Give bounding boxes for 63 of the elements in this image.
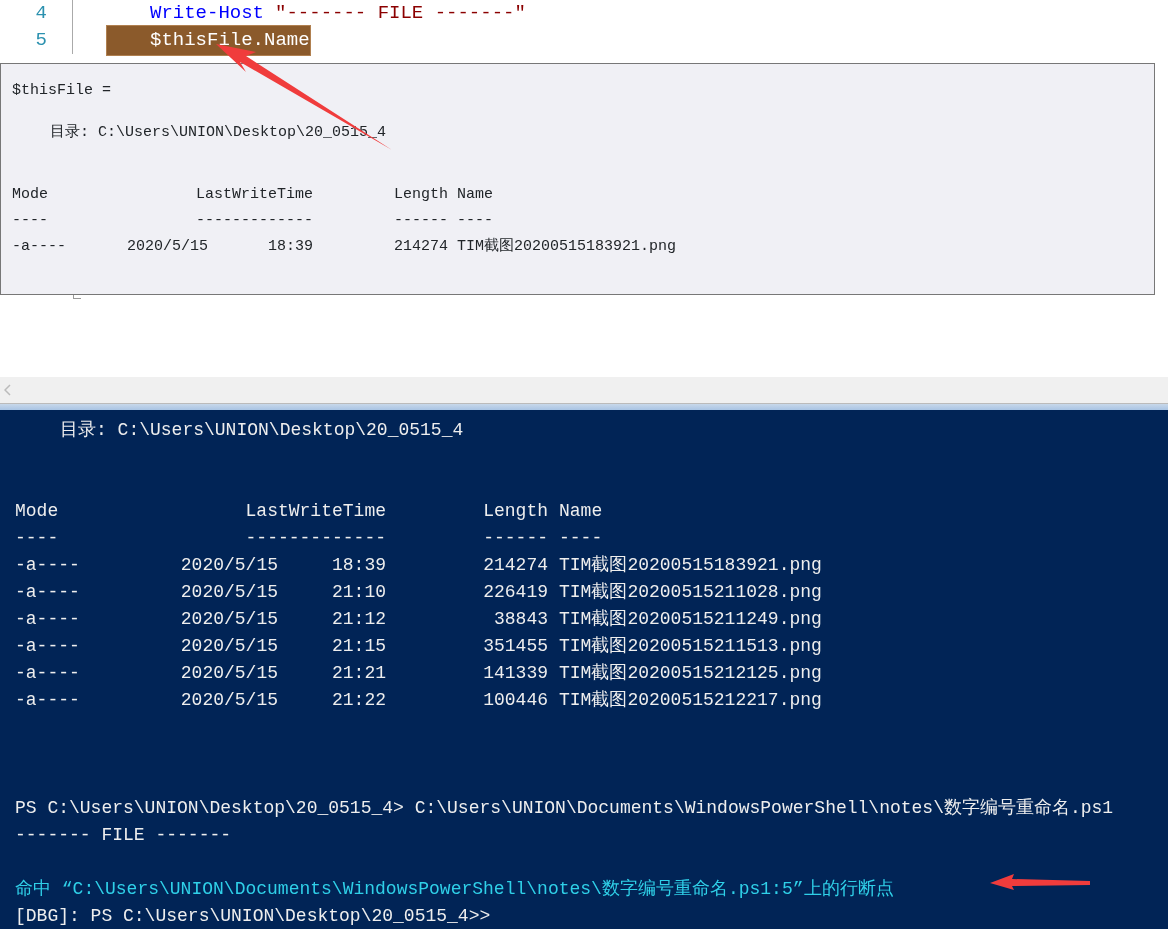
file-name: TIM截图20200515183921.png [457, 236, 677, 257]
column-header: Name [457, 184, 493, 205]
file-length: 141339 [482, 662, 548, 685]
file-date: 2020/5/15 [179, 689, 278, 712]
file-date: 2020/5/15 [179, 581, 278, 604]
file-name: TIM截图20200515212217.png [559, 689, 822, 712]
file-name: TIM截图20200515211028.png [559, 581, 822, 604]
file-length: 351455 [482, 635, 548, 658]
code-line: Write-Host "------- FILE -------" [149, 1, 526, 27]
column-header: LastWriteTime [244, 500, 386, 523]
fold-end-icon [73, 295, 81, 299]
file-mode: -a---- [15, 662, 81, 685]
directory-line: 目录: C:\Users\UNION\Desktop\20_0515_4 [60, 419, 464, 442]
header-rule: ---- [15, 527, 60, 550]
console-line: PS C:\Users\UNION\Desktop\20_0515_4> C:\Users\UNION\Documents\WindowsPowerShell\notes\数字编号重命名.ps1 [15, 797, 1114, 820]
column-header: Length [393, 184, 448, 205]
file-time: 21:22 [331, 689, 386, 712]
file-length: 214274 [482, 554, 548, 577]
file-time: 18:39 [331, 554, 386, 577]
file-time: 21:12 [331, 608, 386, 631]
console-line: ------- FILE ------- [15, 824, 232, 847]
line-number: 4 [34, 1, 48, 27]
file-time: 21:15 [331, 635, 386, 658]
file-time: 21:10 [331, 581, 386, 604]
column-header: LastWriteTime [194, 184, 313, 205]
file-date: 2020/5/15 [126, 236, 208, 257]
file-length: 214274 [393, 236, 448, 257]
file-length: 226419 [482, 581, 548, 604]
header-rule: ------------- [244, 527, 386, 550]
line-number: 5 [34, 28, 48, 54]
file-mode: -a---- [15, 554, 81, 577]
column-header: Mode [12, 184, 49, 205]
scroll-left-icon[interactable] [4, 384, 12, 396]
file-name: TIM截图20200515211249.png [559, 608, 822, 631]
file-date: 2020/5/15 [179, 662, 278, 685]
header-rule: ------ [482, 527, 548, 550]
console-line: [DBG]: PS C:\Users\UNION\Desktop\20_0515_4>> [15, 905, 491, 928]
breakpoint-message: 命中 “C:\Users\UNION\Documents\WindowsPowerShell\notes\数字编号重命名.ps1:5”上的行断点 [15, 878, 894, 901]
column-header: Length [482, 500, 548, 523]
header-rule: ------------- [194, 210, 313, 231]
file-mode: -a---- [15, 689, 81, 712]
file-date: 2020/5/15 [179, 608, 278, 631]
header-rule: ------ [393, 210, 448, 231]
file-mode: -a---- [15, 581, 81, 604]
file-date: 2020/5/15 [179, 635, 278, 658]
file-length: 38843 [493, 608, 548, 631]
file-name: TIM截图20200515212125.png [559, 662, 822, 685]
file-time: 18:39 [267, 236, 313, 257]
file-name: TIM截图20200515211513.png [559, 635, 822, 658]
file-mode: -a---- [12, 236, 67, 257]
column-header: Name [559, 500, 603, 523]
header-rule: ---- [12, 210, 49, 231]
file-length: 100446 [482, 689, 548, 712]
file-name: TIM截图20200515183921.png [559, 554, 822, 577]
file-date: 2020/5/15 [179, 554, 278, 577]
file-mode: -a---- [15, 608, 81, 631]
pane-splitter[interactable] [0, 403, 1168, 410]
header-rule: ---- [559, 527, 603, 550]
file-time: 21:21 [331, 662, 386, 685]
file-mode: -a---- [15, 635, 81, 658]
header-rule: ---- [457, 210, 493, 231]
column-header: Mode [15, 500, 60, 523]
tooltip-header: $thisFile = [12, 80, 112, 101]
